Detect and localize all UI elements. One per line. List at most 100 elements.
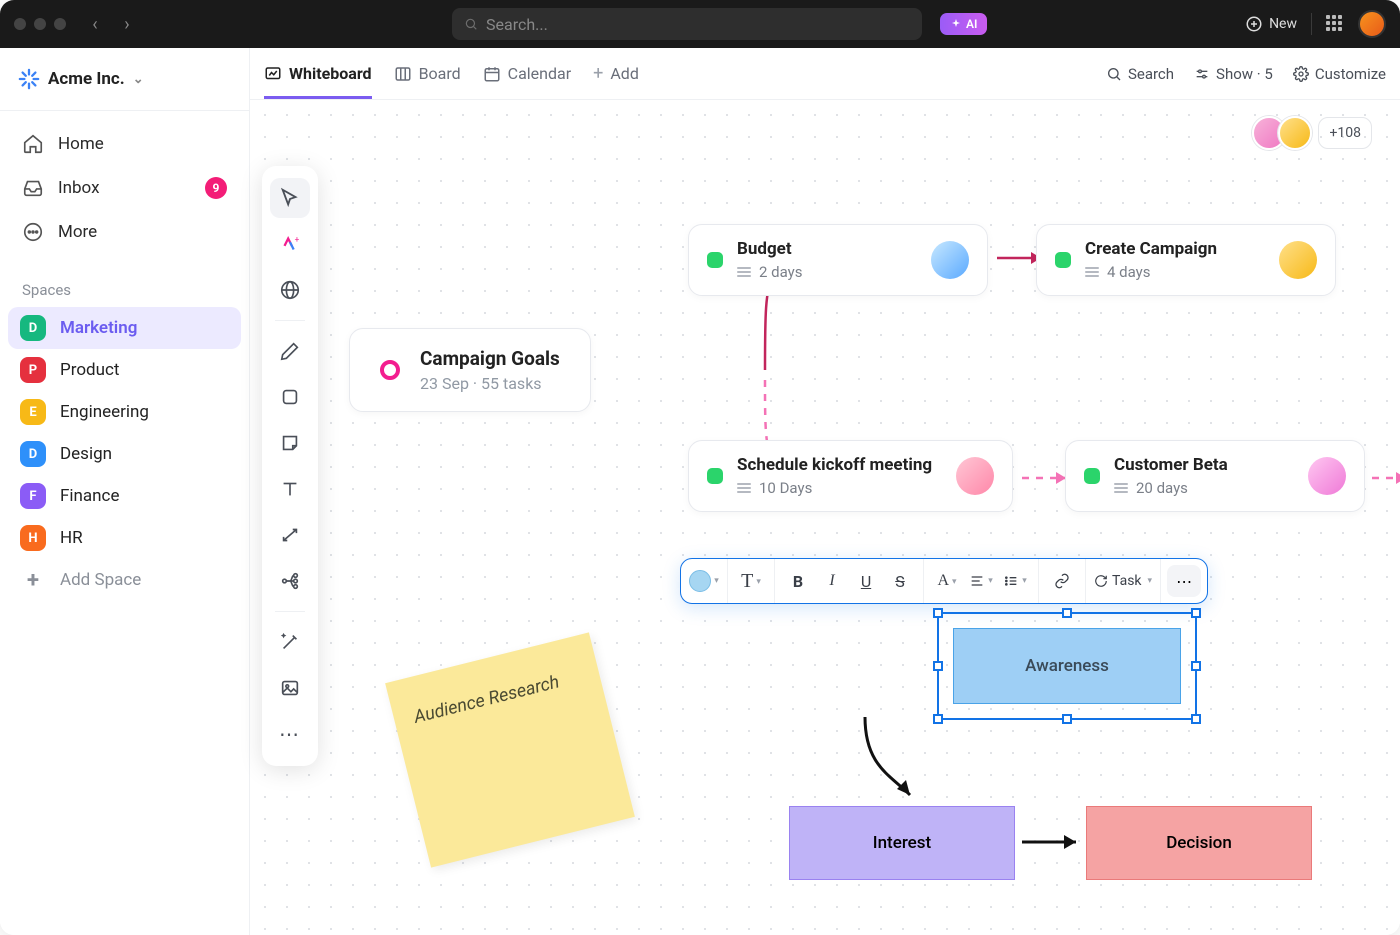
- space-label: Design: [60, 444, 112, 464]
- sidebar-space-hr[interactable]: HHR: [8, 517, 241, 559]
- search-icon: [1106, 66, 1122, 82]
- shape-awareness[interactable]: Awareness: [953, 628, 1181, 704]
- sidebar-space-marketing[interactable]: DMarketing: [8, 307, 241, 349]
- status-green-icon: [707, 468, 723, 484]
- sidebar-space-finance[interactable]: F Finance: [8, 475, 241, 517]
- tool-magic[interactable]: [270, 622, 310, 662]
- spaces-section-label: Spaces: [0, 265, 249, 307]
- description-icon: [737, 267, 751, 277]
- card-customer-beta[interactable]: Customer Beta 20 days: [1065, 440, 1365, 512]
- resize-handle[interactable]: [1062, 608, 1072, 618]
- whiteboard-canvas[interactable]: +108 + ⋯: [250, 100, 1400, 935]
- tab-board[interactable]: Board: [394, 48, 461, 99]
- status-open-icon: [380, 360, 400, 380]
- align-button[interactable]: [966, 565, 996, 597]
- convert-task-button[interactable]: Task ▾: [1094, 565, 1152, 597]
- tab-add-view[interactable]: + Add: [593, 48, 639, 99]
- view-search-button[interactable]: Search: [1106, 65, 1174, 83]
- space-label: Finance: [60, 486, 119, 506]
- format-more-button[interactable]: ⋯: [1167, 565, 1201, 597]
- tool-pen[interactable]: [270, 331, 310, 371]
- more-icon: [22, 221, 44, 243]
- nav-back-button[interactable]: ‹: [82, 11, 108, 37]
- collaborator-overflow-count[interactable]: +108: [1318, 117, 1372, 149]
- assignee-avatar[interactable]: [1279, 241, 1317, 279]
- tool-more[interactable]: ⋯: [270, 714, 310, 754]
- home-icon: [22, 133, 44, 155]
- card-schedule-kickoff[interactable]: Schedule kickoff meeting 10 Days: [688, 440, 1013, 512]
- add-space-button[interactable]: + Add Space: [8, 559, 241, 601]
- plus-icon: +: [20, 567, 46, 593]
- mac-traffic-lights: [14, 18, 66, 30]
- ai-button[interactable]: AI: [940, 13, 987, 35]
- tool-ai[interactable]: +: [270, 224, 310, 264]
- assignee-avatar[interactable]: [1308, 457, 1346, 495]
- italic-button[interactable]: I: [817, 565, 847, 597]
- whiteboard-icon: [264, 65, 282, 83]
- tool-text[interactable]: [270, 469, 310, 509]
- sidebar: Acme Inc. ⌄ Home Inbox 9 More Spaces: [0, 48, 250, 935]
- show-button[interactable]: Show · 5: [1194, 65, 1273, 83]
- bold-button[interactable]: B: [783, 565, 813, 597]
- font-button[interactable]: T: [736, 565, 766, 597]
- text-color-button[interactable]: A: [932, 565, 962, 597]
- sticky-note[interactable]: Audience Research: [385, 632, 635, 867]
- sidebar-space-engineering[interactable]: EEngineering: [8, 391, 241, 433]
- tool-palette: + ⋯: [262, 166, 318, 766]
- sidebar-item-home[interactable]: Home: [10, 123, 239, 165]
- resize-handle[interactable]: [933, 714, 943, 724]
- sidebar-item-more[interactable]: More: [10, 211, 239, 253]
- resize-handle[interactable]: [1191, 714, 1201, 724]
- resize-handle[interactable]: [1191, 661, 1201, 671]
- tool-select[interactable]: [270, 178, 310, 218]
- card-budget[interactable]: Budget 2 days: [688, 224, 988, 296]
- global-search-input[interactable]: Search...: [452, 8, 922, 40]
- connector-line: [1370, 460, 1400, 500]
- description-icon: [1085, 267, 1099, 277]
- tab-whiteboard[interactable]: Whiteboard: [264, 48, 372, 99]
- fill-color-button[interactable]: [689, 565, 719, 597]
- tool-image[interactable]: [270, 668, 310, 708]
- space-label: Product: [60, 360, 119, 380]
- space-label: HR: [60, 528, 83, 548]
- plus-icon: +: [593, 63, 603, 84]
- space-badge-icon: D: [20, 315, 46, 341]
- svg-text:+: +: [295, 235, 300, 245]
- customize-button[interactable]: Customize: [1293, 65, 1386, 83]
- tool-mindmap[interactable]: [270, 561, 310, 601]
- apps-grid-icon[interactable]: [1326, 15, 1344, 33]
- resize-handle[interactable]: [933, 608, 943, 618]
- new-button[interactable]: New: [1245, 15, 1297, 33]
- sidebar-space-product[interactable]: PProduct: [8, 349, 241, 391]
- format-toolbar: T B I U S A: [680, 558, 1208, 604]
- connector-line: [1020, 824, 1090, 864]
- card-create-campaign[interactable]: Create Campaign 4 days: [1036, 224, 1336, 296]
- shape-decision[interactable]: Decision: [1086, 806, 1312, 880]
- strike-button[interactable]: S: [885, 565, 915, 597]
- space-badge-icon: F: [20, 483, 46, 509]
- resize-handle[interactable]: [1062, 714, 1072, 724]
- plus-circle-icon: [1245, 15, 1263, 33]
- list-button[interactable]: [1000, 565, 1030, 597]
- link-button[interactable]: [1047, 565, 1077, 597]
- calendar-icon: [483, 65, 501, 83]
- resize-handle[interactable]: [933, 661, 943, 671]
- tool-sticky[interactable]: [270, 423, 310, 463]
- tool-shape[interactable]: [270, 377, 310, 417]
- sidebar-space-design[interactable]: DDesign: [8, 433, 241, 475]
- sidebar-item-inbox[interactable]: Inbox 9: [10, 167, 239, 209]
- underline-button[interactable]: U: [851, 565, 881, 597]
- tab-calendar[interactable]: Calendar: [483, 48, 571, 99]
- resize-handle[interactable]: [1191, 608, 1201, 618]
- nav-forward-button[interactable]: ›: [114, 11, 140, 37]
- tool-connector[interactable]: [270, 515, 310, 555]
- shape-interest[interactable]: Interest: [789, 806, 1015, 880]
- collaborator-avatar[interactable]: [1278, 116, 1312, 150]
- tool-web[interactable]: [270, 270, 310, 310]
- assignee-avatar[interactable]: [956, 457, 994, 495]
- workspace-switcher[interactable]: Acme Inc. ⌄: [0, 48, 249, 111]
- assignee-avatar[interactable]: [931, 241, 969, 279]
- card-campaign-goals[interactable]: Campaign Goals 23 Sep · 55 tasks: [349, 328, 591, 412]
- selection-frame[interactable]: Awareness: [937, 612, 1197, 720]
- user-avatar[interactable]: [1358, 10, 1386, 38]
